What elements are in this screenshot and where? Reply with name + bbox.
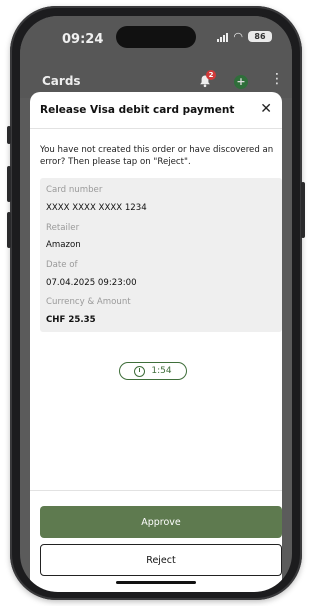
timer-value: 1:54: [151, 366, 172, 376]
currency-amount-label: Currency & Amount: [46, 297, 131, 307]
notification-badge: 2: [206, 70, 216, 80]
page-title: Cards: [42, 74, 81, 88]
signal-icon: [217, 32, 229, 42]
retailer-value: Amazon: [46, 240, 81, 250]
card-number-label: Card number: [46, 185, 103, 195]
currency-amount-value: CHF 25.35: [46, 315, 96, 325]
payment-release-sheet: Release Visa debit card payment ✕ You ha…: [30, 92, 282, 592]
date-label: Date of: [46, 260, 78, 270]
approve-button[interactable]: Approve: [40, 506, 282, 538]
intro-text: You have not created this order or have …: [40, 145, 274, 167]
battery-icon: 86: [248, 31, 272, 42]
sheet-header: Release Visa debit card payment ✕: [30, 92, 282, 129]
volume-up-button: [7, 166, 11, 202]
phone-screen: 09:24 ◠ 86 Cards 2 + ⋮ Release Visa debi…: [20, 16, 292, 592]
status-bar: 09:24 ◠ 86: [20, 16, 292, 62]
payment-details: Card number XXXX XXXX XXXX 1234 Retailer…: [40, 178, 282, 332]
status-time: 09:24: [62, 32, 104, 47]
retailer-label: Retailer: [46, 223, 80, 233]
reject-button[interactable]: Reject: [40, 544, 282, 576]
date-value: 07.04.2025 09:23:00: [46, 278, 137, 288]
more-icon[interactable]: ⋮: [270, 72, 284, 86]
power-button: [301, 182, 305, 238]
divider: [30, 490, 282, 491]
plus-icon[interactable]: +: [234, 75, 248, 89]
countdown-timer: 1:54: [119, 362, 187, 380]
sheet-title: Release Visa debit card payment: [40, 104, 235, 116]
wifi-icon: ◠: [233, 29, 243, 43]
card-number-value: XXXX XXXX XXXX 1234: [46, 203, 147, 213]
close-icon[interactable]: ✕: [260, 101, 272, 117]
home-indicator[interactable]: [116, 581, 196, 584]
side-button: [7, 126, 11, 144]
dynamic-island: [116, 26, 196, 48]
alarm-clock-icon: [134, 365, 146, 377]
status-icons: ◠ 86: [217, 31, 272, 42]
volume-down-button: [7, 212, 11, 248]
